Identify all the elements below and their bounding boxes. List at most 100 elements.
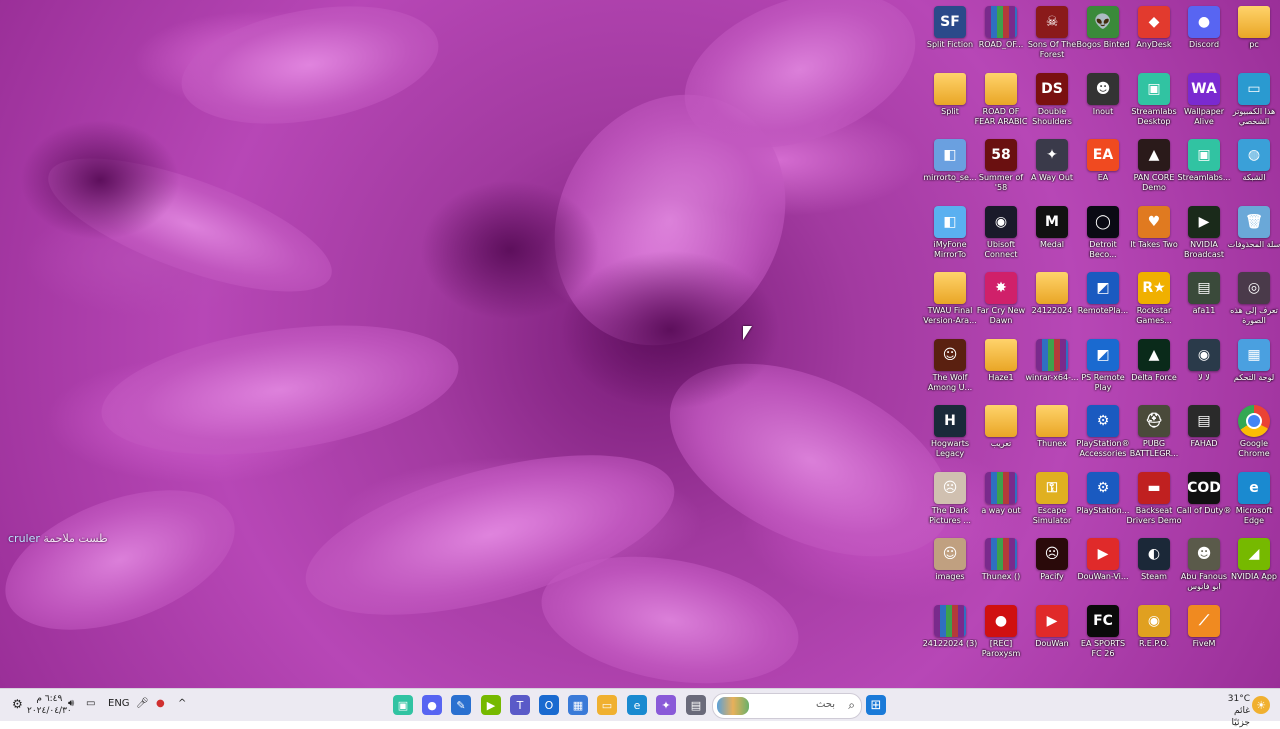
rockstar-icon: R★ [1138,272,1170,304]
desktop-icon-label: تعريب [990,439,1012,448]
desktop-icon[interactable]: ROAD OF FEAR ARABIC [975,69,1027,135]
teams-taskbar-icon[interactable]: T [510,695,530,715]
desktop-icon[interactable]: M Medal [1027,202,1077,268]
desktop-icon[interactable]: ◉ لا لا [1179,335,1229,401]
speaker-icon[interactable]: 🔊︎ [68,698,74,709]
desktop-icon[interactable]: ◐ Steam [1129,534,1179,600]
desktop-icon[interactable]: ⚙ PlayStation® Accessories [1076,401,1130,467]
language-indicator[interactable]: ENG [108,698,130,709]
desktop-icon[interactable]: ◩ PS Remote Play [1078,335,1128,401]
desktop-icon[interactable]: Split [925,69,975,135]
detroit-icon: ◯ [1087,205,1119,238]
desktop-icon[interactable]: ▲ Delta Force [1129,335,1179,401]
desktop-icon[interactable]: 58 Summer of '58 [976,135,1026,201]
pen-app-taskbar-icon[interactable]: ✎ [451,695,471,715]
desktop-icon-label: PlayStation® Accessories [1076,439,1130,458]
desktop-icon[interactable]: 🗑 سلة المحذوفات [1227,202,1280,268]
desktop-icon-label: سلة المحذوفات [1227,239,1280,249]
desktop-icon[interactable]: ◯ Detroit Beco... [1078,202,1128,268]
desktop-icon[interactable]: winrar-x64-... [1025,335,1079,401]
app-taskbar-icon[interactable]: ▤ [686,695,706,715]
desktop-icon[interactable]: ◉ Ubisoft Connect [976,202,1026,268]
desktop-icon[interactable]: ⚙ PlayStation... [1077,468,1129,534]
desktop-icon[interactable]: Haze1 [976,335,1026,401]
desktop-icon[interactable]: ♥ It Takes Two [1129,202,1179,268]
desktop-icon[interactable]: R★ Rockstar Games... [1129,268,1179,334]
desktop-icon[interactable]: ◧ mirrorto_se... [923,135,977,201]
search-box[interactable]: بحث ⌕ [712,693,862,719]
desktop-icon[interactable]: ▶ NVIDIA Broadcast [1179,202,1229,268]
outlook-taskbar-icon[interactable]: O [539,695,559,715]
desktop-icon-label: A Way Out [1030,173,1074,182]
desktop-icon[interactable]: ☺ images [925,534,975,600]
file-explorer-taskbar-icon[interactable]: ▭ [597,695,617,715]
desktop-icon[interactable]: ROAD_OF... [976,2,1026,68]
desktop-icon[interactable]: ✸ Far Cry New Dawn [976,268,1026,334]
desktop-icon[interactable]: ⛑ PUBG BATTLEGR... [1129,401,1179,467]
desktop-icon[interactable]: ▦ لوحة التحكم [1229,335,1279,401]
desktop-icon[interactable]: ☺ The Wolf Among U... [925,335,975,401]
recording-icon[interactable]: ● [156,698,165,709]
desktop-icon[interactable]: ✦ A Way Out [1027,135,1077,201]
microphone-icon[interactable]: 🎤︎ [136,698,149,709]
desktop-icon[interactable]: ◆ AnyDesk [1129,2,1179,68]
desktop-icon[interactable]: COD Call of Duty® [1177,468,1231,534]
desktop-icon[interactable]: FC EA SPORTS FC 26 [1078,601,1128,667]
desktop-icon[interactable]: ◎ تعرف إلى هذه الصورة [1229,268,1279,334]
desktop-icon[interactable]: 24122024 (3) [923,601,977,667]
desktop-icon[interactable]: ● [REC] Paroxysm [976,601,1026,667]
desktop-icon[interactable]: TWAU Final Version-Ara... [923,268,977,334]
desktop-icon[interactable]: ▤ afa11 [1179,268,1229,334]
desktop-icon[interactable]: تعريب [976,401,1026,467]
gear-icon[interactable]: ⚙ [12,697,23,711]
desktop-icon[interactable]: ▲ PAN CORE Demo [1129,135,1179,201]
desktop-icon[interactable]: ◉ R.E.P.O. [1129,601,1179,667]
network-icon[interactable]: ▭ [86,698,95,709]
desktop-icon[interactable]: ◩ RemotePla... [1078,268,1128,334]
desktop-icon[interactable]: pc [1229,2,1279,68]
desktop-icon[interactable]: ▭ هذا الكمبيوتر الشخصي [1229,69,1279,135]
desktop-icon[interactable]: ▶ DouWan-Vi... [1077,534,1129,600]
desktop-icon[interactable]: ☹ The Dark Pictures ... [925,468,975,534]
discord-taskbar-icon[interactable]: ● [422,695,442,715]
desktop-icon[interactable]: ▶ DouWan [1027,601,1077,667]
chevron-up-icon[interactable]: ^ [178,698,186,709]
desktop-icon-label: Thunex () [981,572,1021,581]
desktop-icon[interactable]: e Microsoft Edge [1229,468,1279,534]
system-clock[interactable]: ٦:٤٩ م ٢٠٢٤/٠٤/٣٠ [27,693,72,717]
desktop-icon[interactable]: H Hogwarts Legacy [925,401,975,467]
desktop-icon[interactable]: ☠ Sons Of The Forest [1027,2,1077,68]
desktop-icon[interactable]: ◧ iMyFone MirrorTo [925,202,975,268]
desktop-icon[interactable]: ⟋ FiveM [1179,601,1229,667]
desktop-icon[interactable]: ⚿ Escape Simulator [1027,468,1077,534]
desktop-icon[interactable]: ▣ Streamlabs Desktop [1129,69,1179,135]
desktop-icon-label: mirrorto_se... [923,173,977,182]
desktop-icon[interactable]: ▣ Streamlabs... [1177,135,1231,201]
desktop-icon[interactable]: EA EA [1078,135,1128,201]
desktop-icon[interactable]: ▤ FAHAD [1179,401,1229,467]
desktop-icon[interactable]: ◢ NVIDIA App [1229,534,1279,600]
desktop-icon[interactable]: ☻ Inout [1078,69,1128,135]
desktop-icon[interactable]: Google Chrome [1229,401,1279,467]
desktop-icon[interactable]: Thunex [1027,401,1077,467]
desktop-icon[interactable]: ● Discord [1179,2,1229,68]
desktop-icon[interactable]: ▬ Backseat Drivers Demo [1126,468,1182,534]
desktop-icon[interactable]: SF Split Fiction [925,2,975,68]
desktop-icon-label: Streamlabs... [1177,173,1231,182]
desktop-icon[interactable]: DS Double Shoulders [1027,69,1077,135]
desktop-icon[interactable]: ◍ الشبكة [1229,135,1279,201]
desktop-icon[interactable]: WA Wallpaper Alive [1179,69,1229,135]
edge-taskbar-icon[interactable]: e [627,695,647,715]
start-button[interactable]: ⊞ [866,695,886,715]
store-taskbar-icon[interactable]: ▦ [568,695,588,715]
desktop-icon[interactable]: ☹ Pacify [1027,534,1077,600]
desktop-icon[interactable]: Thunex () [976,534,1026,600]
desktop-icon[interactable]: a way out [976,468,1026,534]
streamlabs-taskbar-icon[interactable]: ▣ [393,695,413,715]
weather-widget[interactable]: 31°C غائم جزئيًا [1214,693,1250,729]
desktop-icon[interactable]: 👽 Bogos Binted [1077,2,1129,68]
copilot-taskbar-icon[interactable]: ✦ [656,695,676,715]
desktop-icon[interactable]: 24122024 [1027,268,1077,334]
desktop-icon[interactable]: ☻ Abu Fanous ابو فانوس [1179,534,1229,600]
nvidia-taskbar-icon[interactable]: ▶ [481,695,501,715]
